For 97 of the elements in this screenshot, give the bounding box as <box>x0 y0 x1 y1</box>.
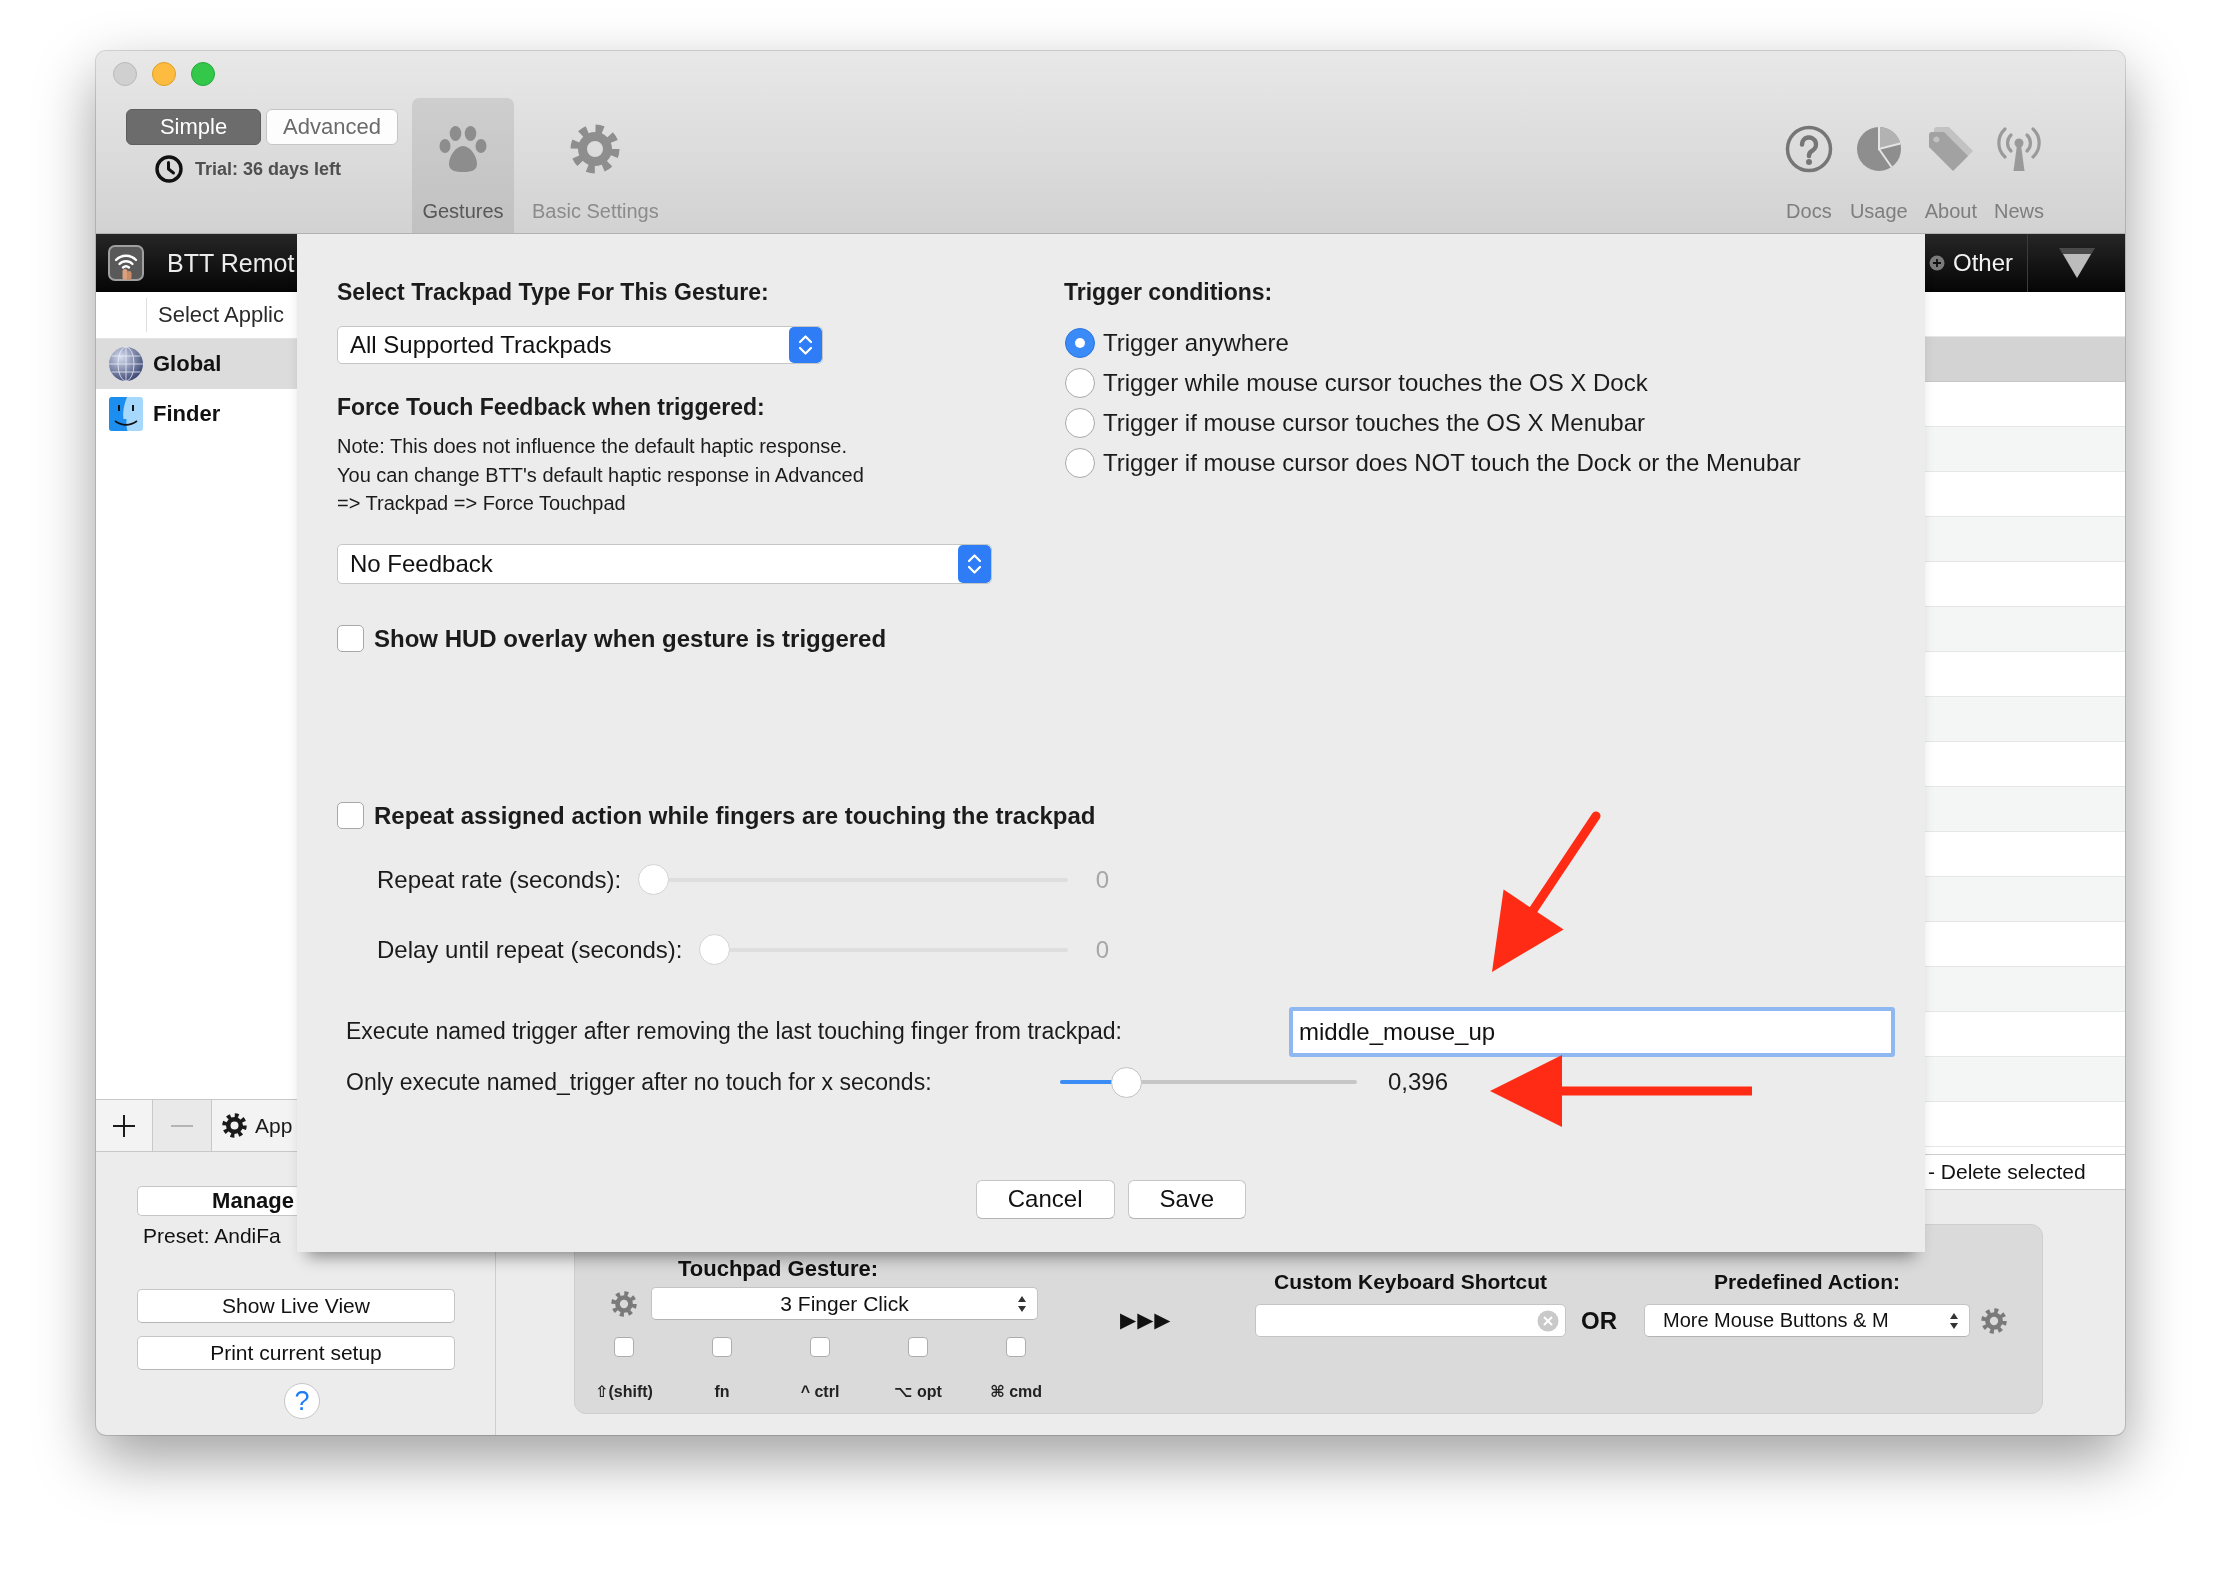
dropdown[interactable]: More Mouse Buttons & M <box>1644 1304 1970 1337</box>
section-title: Predefined Action: <box>1714 1270 1900 1294</box>
list-row[interactable] <box>1925 427 2125 472</box>
shortcut-field[interactable] <box>1255 1304 1566 1337</box>
close-button[interactable] <box>113 62 137 86</box>
note-text: Note: This does not influence the default haptic response. You can change BTT's default haptic response in Advanced => Trackpad => Force Touchpad <box>337 434 864 516</box>
list-row[interactable] <box>1925 517 2125 562</box>
stepper-icon <box>789 327 822 363</box>
gear-icon[interactable] <box>1981 1308 2007 1334</box>
stepper-icon <box>958 544 991 583</box>
slider-thumb[interactable] <box>1110 1066 1142 1098</box>
minimize-button[interactable] <box>152 62 176 86</box>
dropdown[interactable]: No Feedback <box>337 543 992 584</box>
plus-circle-icon <box>1929 255 1945 271</box>
radio-label: Trigger if mouse cursor touches the OS X Menubar <box>1103 409 1645 437</box>
checkbox-label: Repeat assigned action while fingers are touching the trackpad <box>374 801 1096 830</box>
minus-icon <box>170 1123 194 1128</box>
slider-value: 0,396 <box>1388 1068 1449 1096</box>
section-title: Touchpad Gesture: <box>678 1257 879 1281</box>
globe-icon <box>108 346 144 382</box>
mode-tab[interactable]: Advanced <box>266 109 398 145</box>
radio-button[interactable] <box>1065 448 1095 478</box>
tag-icon <box>1926 126 1975 172</box>
slider-label: Delay until repeat (seconds): <box>377 935 683 964</box>
add-button[interactable] <box>96 1100 153 1151</box>
sidebar-title: BTT Remot <box>167 248 295 278</box>
preset-text: Preset: AndiFa <box>143 1224 282 1248</box>
modifier-label: ⌥ opt <box>894 1382 942 1402</box>
checkbox[interactable] <box>1006 1337 1026 1357</box>
app-list-item[interactable]: Finder <box>96 389 297 439</box>
modifier-label: ⇧(shift) <box>595 1382 653 1402</box>
radio-label: Trigger if mouse cursor does NOT touch the Dock or the Menubar <box>1103 449 1801 477</box>
gear-icon <box>222 1113 247 1138</box>
radio-label: Trigger anywhere <box>1103 329 1289 357</box>
dropdown[interactable]: 3 Finger Click <box>651 1287 1038 1320</box>
slider-label: Repeat rate (seconds): <box>377 865 622 894</box>
zoom-button[interactable] <box>191 62 215 86</box>
modifier-label: fn <box>714 1382 730 1402</box>
antenna-icon <box>1997 126 2041 172</box>
list-row[interactable] <box>1925 967 2125 1012</box>
slider-label: Only execute named_trigger after no touch for x seconds: <box>346 1068 932 1096</box>
triangle-icon[interactable] <box>2057 247 2096 279</box>
section-title: Custom Keyboard Shortcut <box>1274 1270 1547 1294</box>
radio-button[interactable] <box>1065 368 1095 398</box>
field-label: Execute named trigger after removing the last touching finger from trackpad: <box>346 1018 1122 1045</box>
modifier-label: ^ ctrl <box>800 1382 840 1402</box>
dropdown[interactable]: All Supported Trackpads <box>337 326 823 364</box>
pie-chart-icon <box>1854 125 1903 173</box>
updown-arrows-icon <box>1017 1294 1027 1313</box>
checkbox[interactable] <box>712 1337 732 1357</box>
clock-icon <box>155 155 183 183</box>
arrow-glyphs: ▶▶▶ <box>1120 1308 1173 1332</box>
section-heading: Select Trackpad Type For This Gesture: <box>337 278 769 306</box>
checkbox[interactable] <box>337 802 364 829</box>
checkbox-label: Show HUD overlay when gesture is triggered <box>374 624 887 653</box>
plus-icon <box>112 1113 136 1138</box>
list-row[interactable] <box>1925 787 2125 832</box>
wifi-tile-icon <box>108 245 144 281</box>
settings-button[interactable]: App <box>212 1100 297 1151</box>
text-field[interactable]: middle_mouse_up <box>1289 1006 1895 1057</box>
help-button[interactable]: ? <box>284 1383 320 1419</box>
checkbox[interactable] <box>810 1337 830 1357</box>
slider-value: 0 <box>1095 865 1109 894</box>
slider-track[interactable] <box>1060 1066 1357 1098</box>
toolbar-tab[interactable]: Gestures <box>412 98 514 233</box>
app-list-item[interactable]: Global <box>96 339 297 389</box>
face-tile-icon <box>108 396 144 432</box>
help-icon <box>1784 125 1833 173</box>
checkbox[interactable] <box>908 1337 928 1357</box>
updown-arrows-icon <box>1949 1311 1959 1330</box>
list-row[interactable] <box>1925 607 2125 652</box>
separator-text: OR <box>1581 1308 1617 1334</box>
sidebar-button[interactable]: Print current setup <box>137 1336 455 1370</box>
list-row[interactable] <box>1925 697 2125 742</box>
dialog-button[interactable]: Cancel <box>975 1179 1115 1219</box>
checkbox[interactable] <box>614 1337 634 1357</box>
list-row[interactable] <box>1925 1057 2125 1102</box>
mode-tab[interactable]: Simple <box>126 109 261 145</box>
trial-text: Trial: 36 days left <box>195 158 342 180</box>
radio-button[interactable] <box>1065 328 1095 358</box>
radio-button[interactable] <box>1065 408 1095 438</box>
sidebar-button[interactable]: Show Live View <box>137 1289 455 1323</box>
modifier-label: ⌘ cmd <box>989 1382 1043 1402</box>
checkbox[interactable] <box>337 625 364 652</box>
list-row[interactable] <box>1925 877 2125 922</box>
radio-label: Trigger while mouse cursor touches the OS X Dock <box>1103 369 1648 397</box>
slider-value: 0 <box>1095 935 1109 964</box>
section-heading: Trigger conditions: <box>1064 278 1273 306</box>
list-row[interactable] <box>1925 337 2125 382</box>
gear-icon[interactable] <box>611 1290 637 1317</box>
manage-button[interactable]: Manage <box>137 1186 297 1216</box>
gear-icon <box>570 124 621 174</box>
dialog-button[interactable]: Save <box>1127 1179 1247 1219</box>
section-heading: Force Touch Feedback when triggered: <box>337 393 765 421</box>
clear-icon[interactable] <box>1537 1309 1559 1332</box>
delete-button[interactable]: - Delete selected <box>1925 1154 2125 1190</box>
paw-icon <box>438 125 488 173</box>
